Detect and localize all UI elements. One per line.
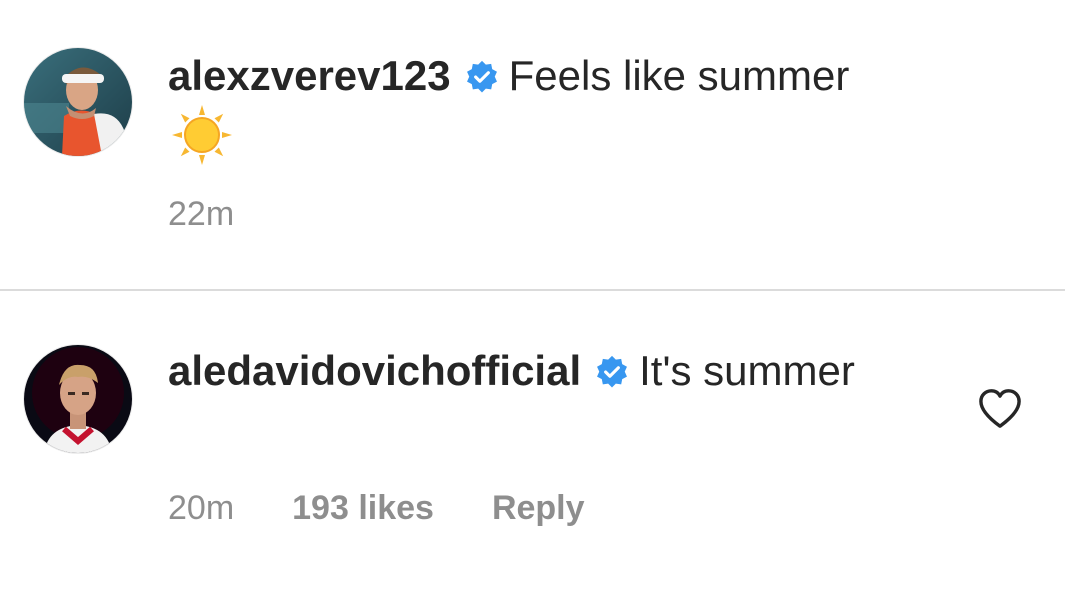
- comment-item: aledavidovichofficial It's summer 20m 193…: [0, 292, 1065, 600]
- verified-badge-icon: [595, 355, 629, 389]
- comment-item: alexzverev123 Feels like summer 22m: [0, 0, 1065, 290]
- sun-emoji-icon: [170, 103, 234, 167]
- comment-meta: 22m: [168, 194, 234, 234]
- likes-count-link[interactable]: 193 likes: [292, 488, 434, 528]
- avatar-image: [24, 345, 132, 453]
- username-link[interactable]: aledavidovichofficial: [168, 347, 581, 394]
- reply-button[interactable]: Reply: [492, 488, 585, 528]
- timestamp: 20m: [168, 489, 235, 527]
- comment-text: aledavidovichofficial It's summer: [168, 344, 968, 398]
- avatar[interactable]: [24, 48, 132, 156]
- comment-body: Feels like summer: [508, 52, 850, 99]
- comment-meta: 20m 193 likes Reply: [168, 488, 585, 528]
- verified-badge-icon: [465, 60, 499, 94]
- divider: [0, 289, 1065, 291]
- timestamp: 22m: [168, 195, 235, 233]
- heart-outline-icon[interactable]: [977, 387, 1023, 429]
- comment-body: It's summer: [639, 347, 855, 394]
- avatar-image: [24, 48, 132, 156]
- avatar[interactable]: [24, 345, 132, 453]
- username-link[interactable]: alexzverev123: [168, 52, 451, 99]
- comment-text: alexzverev123 Feels like summer: [168, 49, 968, 167]
